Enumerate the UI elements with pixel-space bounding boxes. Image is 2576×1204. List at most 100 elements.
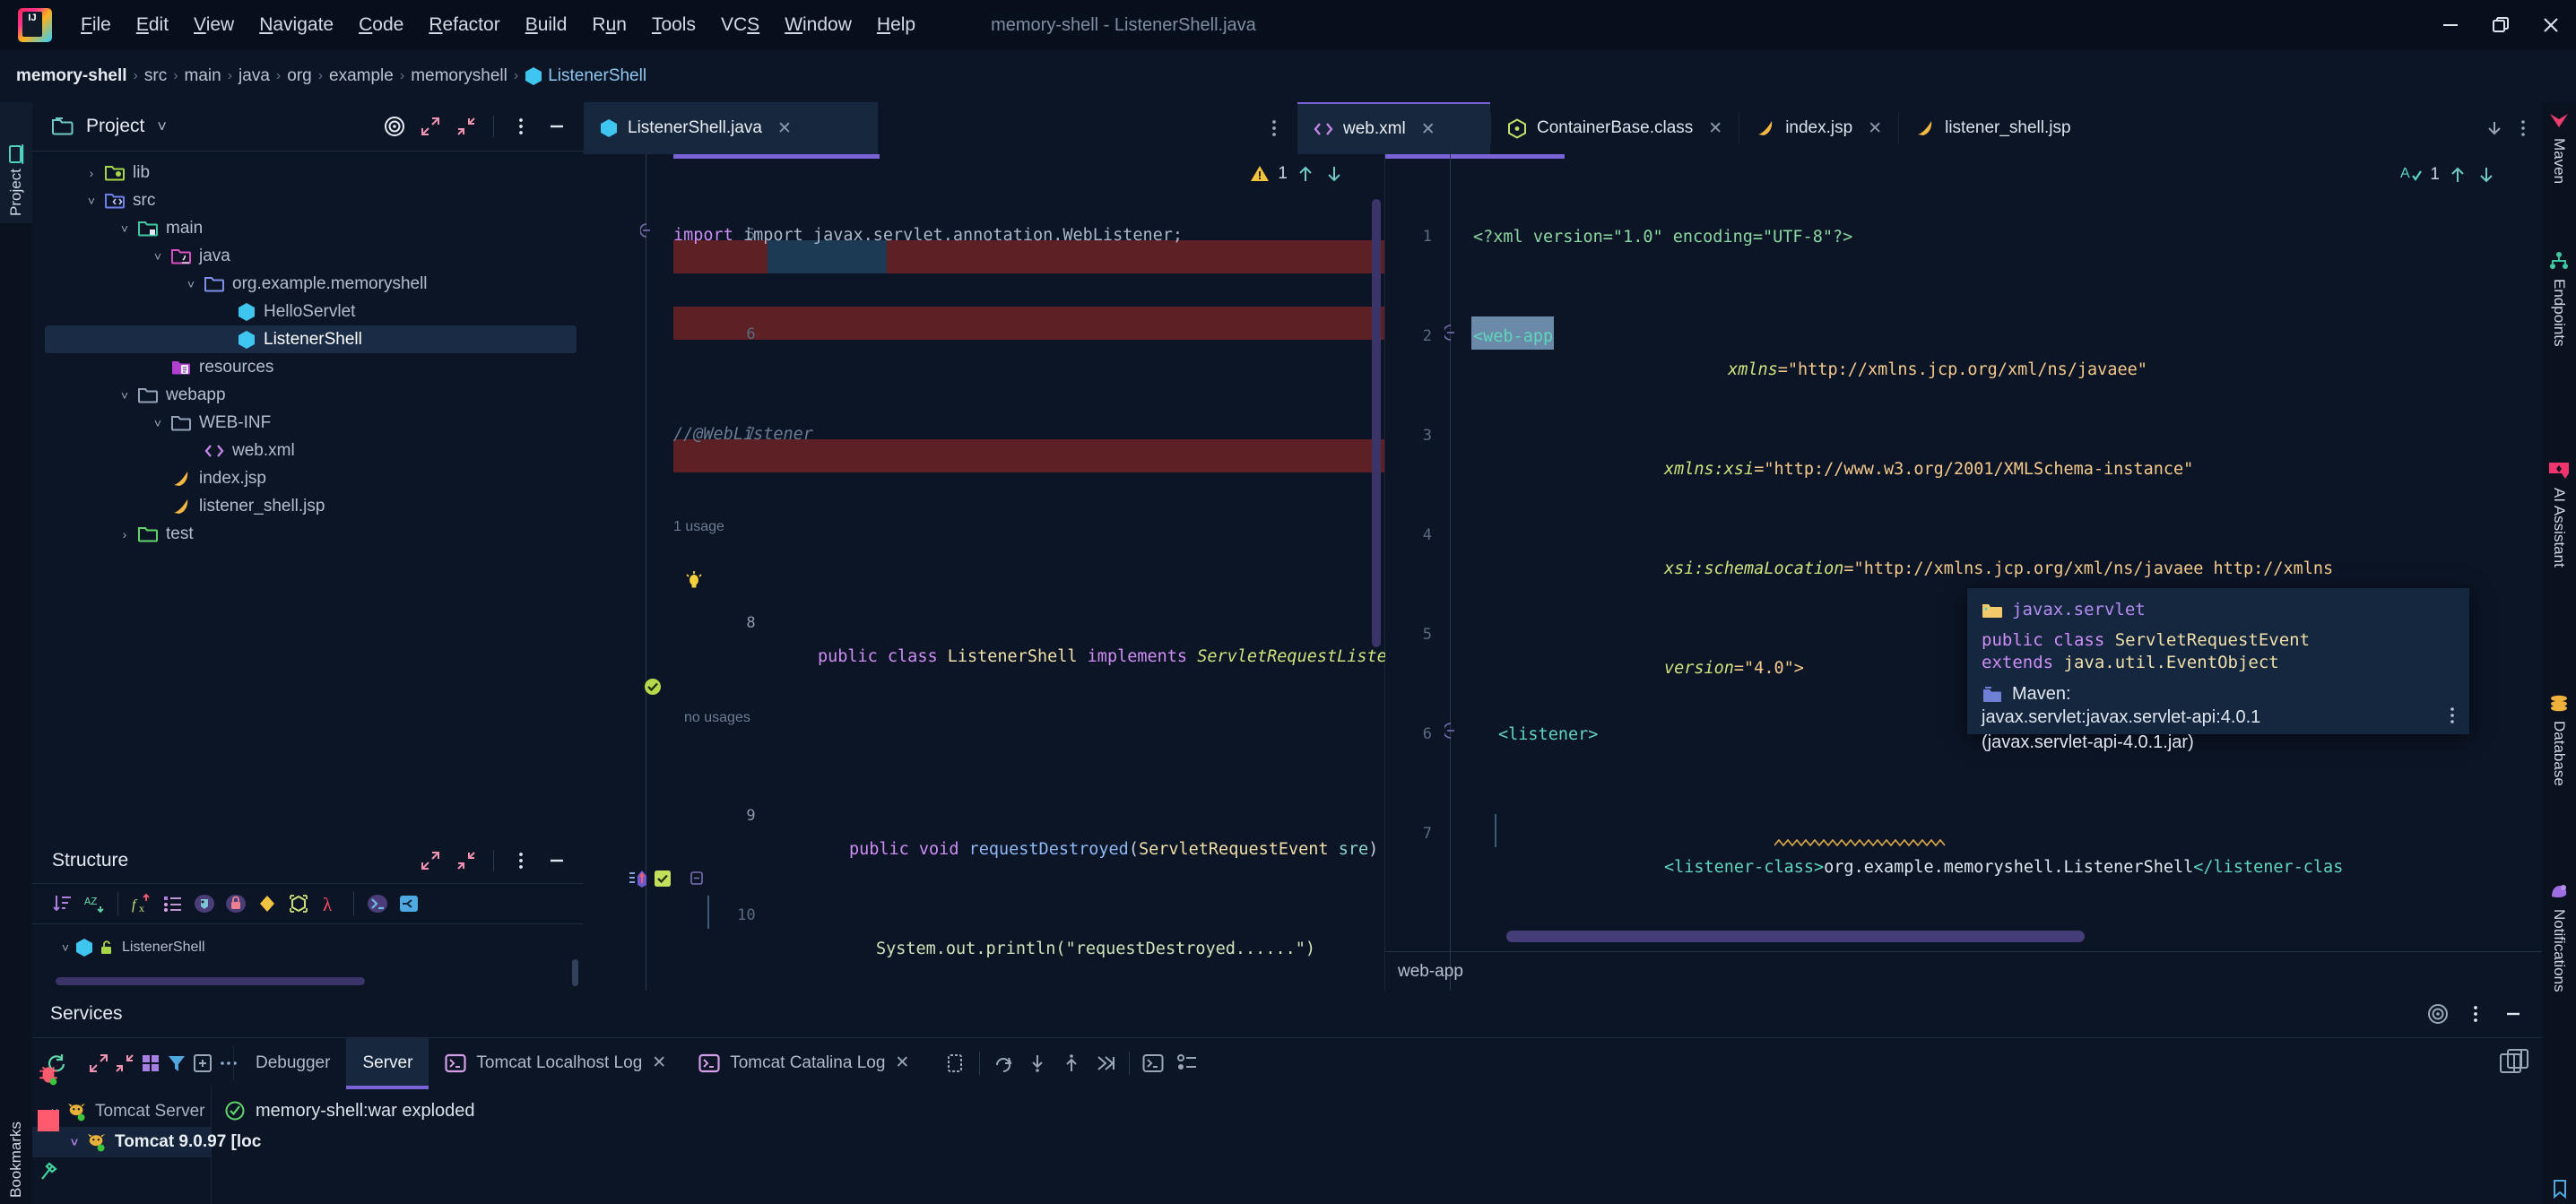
minimize-button[interactable] [2425, 0, 2476, 50]
chevron-down-icon[interactable]: ˅ [181, 277, 201, 291]
sort-by-visibility-icon[interactable] [48, 889, 77, 918]
close-icon[interactable]: ✕ [1868, 118, 1882, 139]
collapse-all-icon[interactable] [450, 110, 482, 143]
show-hidden-tabs-icon[interactable] [2485, 118, 2504, 138]
stripe-button-notifications[interactable]: Notifications [2542, 873, 2576, 1106]
project-tree-item-resources[interactable]: resources [32, 353, 584, 381]
expand-all-icon[interactable] [414, 110, 447, 143]
project-tree-item-java[interactable]: ˅ java [32, 242, 584, 270]
expand-all-icon[interactable] [414, 845, 447, 877]
stripe-button-project[interactable]: Project [0, 102, 32, 223]
show-properties-icon[interactable] [190, 889, 219, 918]
services-tab-tomcat-localhost-log[interactable]: Tomcat Localhost Log ✕ [429, 1044, 682, 1082]
editor-tab-options[interactable] [1263, 102, 1297, 154]
services-restore-layout-icon[interactable] [2506, 1048, 2529, 1070]
chevron-down-icon[interactable]: ˅ [148, 249, 168, 264]
services-tab-tomcat-catalina-log[interactable]: Tomcat Catalina Log ✕ [682, 1044, 925, 1082]
show-anonymous-icon[interactable] [253, 889, 282, 918]
expand-all-icon[interactable] [88, 1049, 109, 1078]
services-tab-server[interactable]: Server [346, 1038, 429, 1089]
settings-list-icon[interactable] [1176, 1053, 1198, 1073]
stripe-stop-icon[interactable] [38, 1110, 59, 1131]
menu-build[interactable]: Build [513, 11, 580, 39]
close-icon[interactable]: ✕ [1421, 119, 1435, 140]
stripe-button-endpoints[interactable]: Endpoints [2542, 241, 2576, 447]
project-tree-item-helloservlet[interactable]: HelloServlet [32, 298, 584, 325]
group-icon[interactable] [140, 1049, 161, 1078]
menu-refactor[interactable]: Refactor [416, 11, 512, 39]
stripe-bookmark-icon[interactable] [2549, 1178, 2571, 1200]
chevron-down-icon[interactable]: ˅ [115, 388, 134, 403]
xml-inspection-widget[interactable]: A 1 [2399, 163, 2497, 186]
sort-alphabetically-icon[interactable]: AZ [80, 889, 108, 918]
project-tree-item-web-inf[interactable]: ˅ WEB-INF [32, 409, 584, 437]
fold-icon[interactable] [1444, 723, 1457, 739]
menu-window[interactable]: Window [772, 11, 864, 39]
project-tree-item-test[interactable]: › test [32, 520, 584, 548]
collapse-all-icon[interactable] [450, 845, 482, 877]
services-deployment-item[interactable]: memory-shell:war exploded [224, 1100, 2542, 1122]
skip-to-end-icon[interactable] [1095, 1052, 1116, 1074]
services-tree-item-tomcat-9-0-97[interactable]: ˅ Tomcat 9.0.97 [loc [32, 1127, 261, 1157]
close-icon[interactable]: ✕ [777, 118, 792, 139]
breadcrumb-file[interactable]: ListenerShell [548, 66, 646, 86]
vertical-scrollbar[interactable] [572, 959, 578, 986]
menu-edit[interactable]: Edit [124, 11, 181, 39]
select-opened-file-icon[interactable] [2422, 998, 2454, 1030]
show-fields-icon[interactable] [159, 889, 187, 918]
close-icon[interactable]: ✕ [1708, 118, 1722, 139]
xml-editor-pane[interactable]: 1 <?xml version="1.0" encoding="UTF-8"?>… [1385, 154, 2542, 991]
more-icon[interactable] [218, 1049, 239, 1078]
show-lambdas-icon[interactable]: λ [316, 889, 344, 918]
menu-run[interactable]: Run [579, 11, 639, 39]
chevron-right-icon[interactable]: › [115, 527, 134, 541]
close-icon[interactable]: ✕ [652, 1052, 666, 1073]
show-non-public-lock-icon[interactable] [221, 889, 250, 918]
java-inspection-widget[interactable]: 1 [1249, 163, 1345, 185]
tab-listenershell-java[interactable]: ListenerShell.java ✕ [584, 102, 878, 154]
stripe-build-icon[interactable] [38, 1161, 59, 1182]
scroll-up-icon[interactable] [1061, 1052, 1082, 1074]
more-options-icon[interactable] [505, 845, 537, 877]
documentation-popup[interactable]: javax.servlet public class ServletReques… [1967, 588, 2469, 752]
chevron-down-icon[interactable]: ˅ [148, 416, 168, 430]
hide-panel-icon[interactable] [541, 845, 573, 877]
close-button[interactable] [2526, 0, 2576, 50]
chevron-right-icon[interactable]: › [82, 166, 101, 180]
project-tree-item-lib[interactable]: › lib [32, 159, 584, 186]
stripe-button-ai-assistant[interactable]: AI Assistant [2542, 452, 2576, 680]
tab-listener-shell-jsp[interactable]: listener_shell.jsp [1899, 102, 2086, 154]
previous-problem-icon[interactable] [1295, 163, 1316, 185]
tab-containerbase-class[interactable]: ContainerBase.class ✕ [1491, 102, 1739, 154]
project-tree-item-listener-shell-jsp[interactable]: listener_shell.jsp [32, 492, 584, 520]
stripe-debug-icon[interactable] [36, 1062, 61, 1087]
more-options-icon[interactable] [2513, 118, 2533, 138]
project-tree-item-index-jsp[interactable]: index.jsp [32, 464, 584, 492]
menu-tools[interactable]: Tools [639, 11, 708, 39]
more-options-icon[interactable] [505, 110, 537, 143]
tab-index-jsp[interactable]: index.jsp ✕ [1739, 102, 1898, 154]
stripe-button-maven[interactable]: Maven [2542, 102, 2576, 237]
menu-help[interactable]: Help [864, 11, 928, 39]
rerun-icon[interactable] [993, 1052, 1014, 1074]
show-inherited-icon[interactable] [284, 889, 313, 918]
structure-tree-row[interactable]: ˅ ListenerShell [32, 933, 584, 961]
select-opened-file-icon[interactable] [378, 110, 411, 143]
hide-panel-icon[interactable] [541, 110, 573, 143]
project-tree-item-listenershell[interactable]: ListenerShell [45, 325, 577, 353]
project-tree-item-web-xml[interactable]: web.xml [32, 437, 584, 464]
menu-view[interactable]: View [181, 11, 247, 39]
horizontal-scrollbar[interactable] [56, 977, 365, 985]
more-options-icon[interactable] [2442, 706, 2462, 725]
collapse-all-icon[interactable] [395, 889, 423, 918]
close-icon[interactable]: ✕ [895, 1052, 909, 1073]
chevron-down-icon[interactable]: ˅ [82, 194, 101, 208]
console-icon[interactable] [1142, 1053, 1164, 1073]
project-tree-item-org-example-memoryshell[interactable]: ˅ org.example.memoryshell [32, 270, 584, 298]
menu-vcs[interactable]: VCS [708, 11, 772, 39]
java-editor-pane[interactable]: 5 import import javax.servlet.annotation… [584, 154, 1417, 1204]
previous-problem-icon[interactable] [2447, 164, 2468, 186]
breadcrumb-memoryshell[interactable]: memoryshell [411, 66, 507, 86]
collapse-all-icon[interactable] [114, 1049, 135, 1078]
breadcrumb-java[interactable]: java [239, 66, 270, 86]
